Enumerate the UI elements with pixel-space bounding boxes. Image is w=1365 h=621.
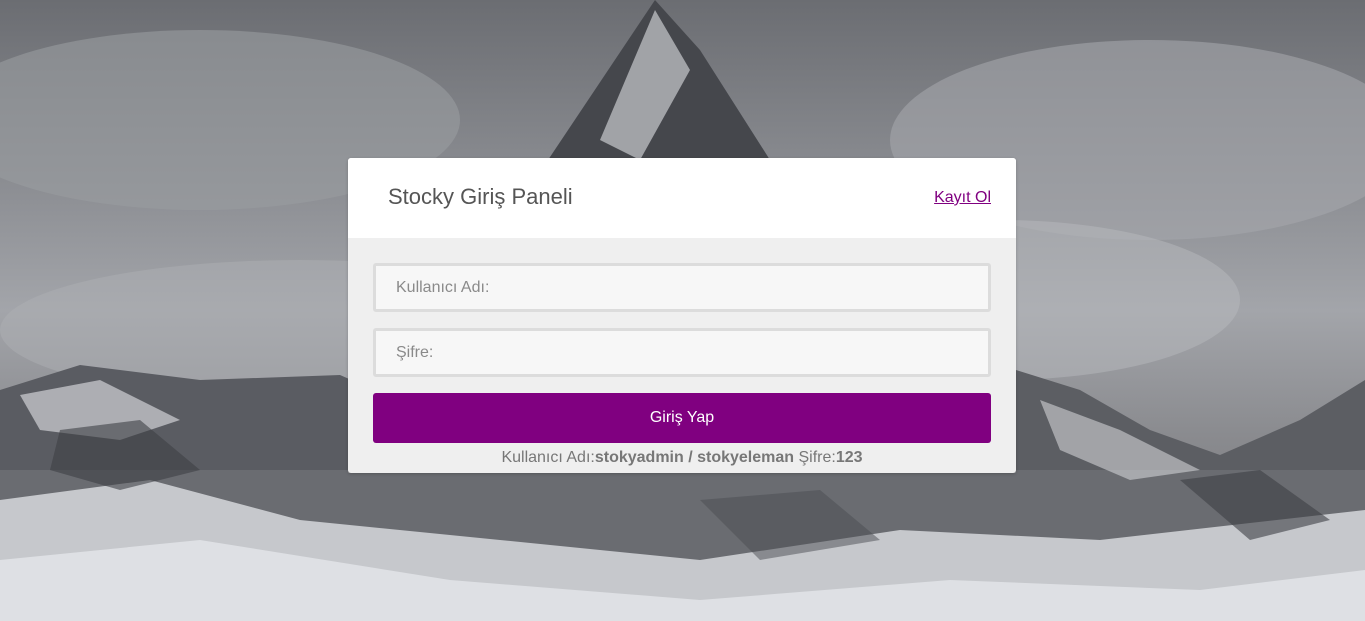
login-panel: Stocky Giriş Paneli Kayıt Ol Giriş Yap K… <box>348 158 1016 473</box>
hint-password-label: Şifre: <box>794 449 836 466</box>
hint-username-label: Kullanıcı Adı: <box>501 449 595 466</box>
credentials-hint: Kullanıcı Adı:stokyadmin / stokyeleman Ş… <box>348 449 1016 467</box>
username-input[interactable] <box>373 263 991 312</box>
hint-password-value: 123 <box>835 449 863 466</box>
panel-title: Stocky Giriş Paneli <box>388 184 573 209</box>
panel-header: Stocky Giriş Paneli Kayıt Ol <box>348 158 1016 238</box>
hint-username-value: stokyadmin / stokyeleman <box>594 449 795 466</box>
login-button[interactable]: Giriş Yap <box>373 393 991 443</box>
register-link[interactable]: Kayıt Ol <box>934 189 991 207</box>
password-input[interactable] <box>373 328 991 377</box>
